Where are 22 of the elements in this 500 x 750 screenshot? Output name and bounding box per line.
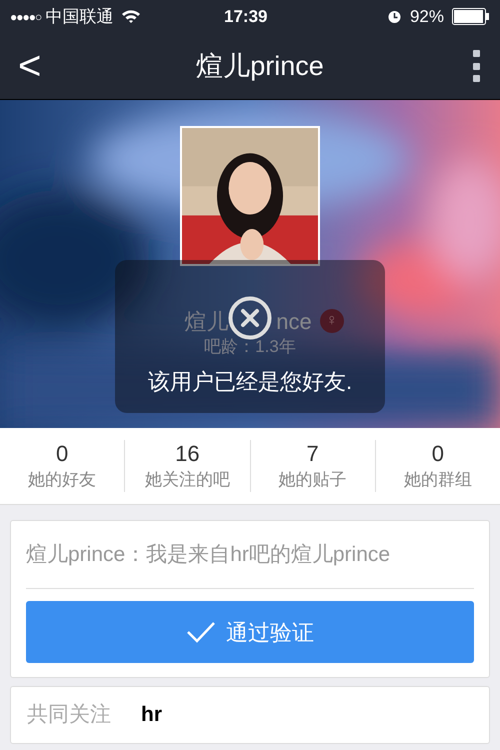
common-label: 共同关注 <box>27 702 111 728</box>
stat-label: 她关注的吧 <box>144 469 230 491</box>
signal-dots: ●●●●○ <box>10 8 42 26</box>
stat-value: 0 <box>56 440 68 468</box>
wifi-icon <box>121 9 142 24</box>
alarm-icon <box>386 9 402 24</box>
stat-label: 她的贴子 <box>278 469 347 491</box>
page-title: 煊儿prince <box>196 50 324 83</box>
stat-label: 她的群组 <box>404 469 472 491</box>
carrier-name: 中国联通 <box>45 6 114 28</box>
more-icon[interactable] <box>472 49 482 83</box>
stat-value: 16 <box>175 440 200 468</box>
stat-value: 0 <box>432 440 444 468</box>
check-icon <box>186 621 216 643</box>
request-message: 煊儿prince：我是来自hr吧的煊儿prince <box>26 521 474 589</box>
battery-percent: 92% <box>410 6 444 28</box>
common-value: hr <box>141 702 162 728</box>
battery-icon <box>452 8 490 25</box>
stat-label: 她的好友 <box>28 469 96 491</box>
clock-time: 17:39 <box>224 6 268 28</box>
back-button[interactable]: < <box>18 46 48 86</box>
stat-value: 7 <box>306 440 319 468</box>
